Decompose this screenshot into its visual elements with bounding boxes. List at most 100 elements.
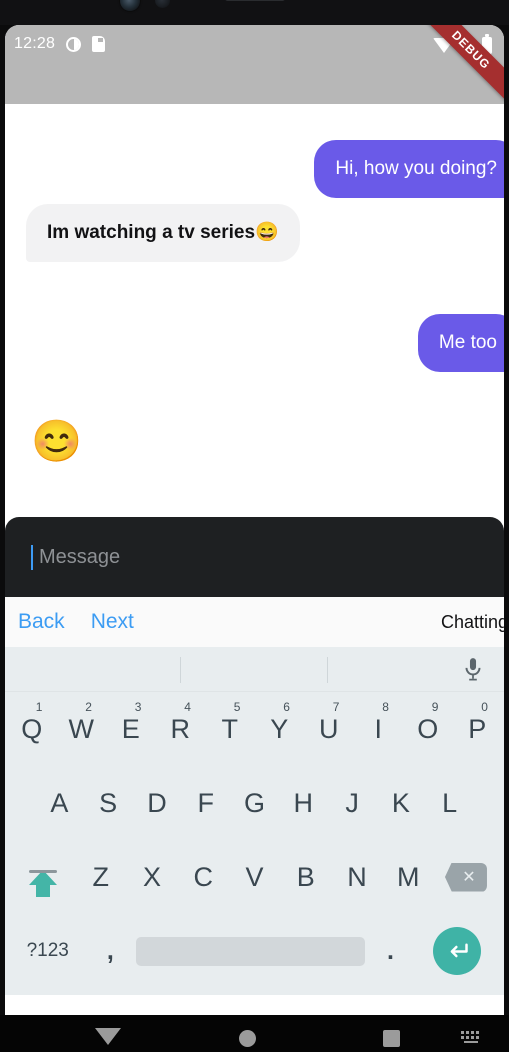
suggestion-divider [327, 657, 328, 683]
key-r-label: R [170, 713, 191, 744]
suggestion-divider [180, 657, 181, 683]
accessory-bar-title: Chatting [440, 611, 504, 632]
key-i[interactable]: I 8 [354, 692, 404, 766]
key-o-label: O [417, 713, 439, 744]
comma-key[interactable]: , [84, 914, 136, 988]
key-h[interactable]: H [279, 766, 328, 840]
recents-icon[interactable] [383, 1030, 400, 1047]
backspace-key[interactable]: ✕ [434, 862, 498, 892]
microphone-icon[interactable] [460, 655, 486, 683]
key-l[interactable]: L [425, 766, 474, 840]
key-q-alt: 1 [35, 700, 43, 714]
key-u-alt: 7 [332, 700, 340, 714]
key-p[interactable]: P 0 [453, 692, 503, 766]
keyboard-accessory-bar: Back Next Chatting [5, 597, 504, 647]
front-camera-icon [120, 0, 140, 11]
message-bubble-outgoing[interactable]: Me too [417, 314, 504, 372]
key-p-label: P [468, 713, 487, 744]
space-bar-surface [136, 936, 365, 966]
key-y-label: Y [270, 713, 289, 744]
device-right-bezel [504, 25, 509, 1015]
key-y-alt: 6 [283, 700, 290, 714]
message-row-incoming-1: Im watching a tv series😄 [26, 204, 504, 262]
key-w-label: W [68, 713, 94, 744]
key-g[interactable]: G [230, 766, 279, 840]
key-o-alt: 9 [431, 700, 439, 714]
key-w[interactable]: W 2 [57, 692, 107, 766]
key-u[interactable]: U 7 [304, 692, 354, 766]
enter-icon [433, 927, 482, 975]
key-z[interactable]: Z [75, 840, 126, 914]
sensor-icon [155, 0, 170, 8]
key-j[interactable]: J [328, 766, 377, 840]
key-p-alt: 0 [481, 700, 488, 714]
sd-card-icon [92, 36, 106, 52]
backspace-icon: ✕ [444, 862, 487, 892]
message-bubble-incoming[interactable]: Im watching a tv series😄 [26, 204, 300, 262]
key-n[interactable]: N [331, 840, 382, 914]
system-navigation-bar [0, 1015, 509, 1052]
key-i-alt: 8 [382, 700, 389, 714]
phone-device: 12:28 DEBUG Hi, how you doing? Im watchi… [0, 0, 509, 1052]
key-s[interactable]: S [84, 766, 133, 840]
status-bar-left: 12:28 [14, 35, 106, 53]
key-b[interactable]: B [280, 840, 331, 914]
key-d[interactable]: D [133, 766, 182, 840]
key-w-alt: 2 [85, 700, 92, 714]
enter-key[interactable] [416, 927, 498, 975]
key-e-alt: 3 [134, 700, 142, 714]
keyboard-row-2: A S D F G H J K L [5, 766, 504, 840]
keyboard-row-4: ?123 , . [5, 914, 504, 988]
dnd-icon [66, 36, 82, 52]
status-bar: 12:28 DEBUG [5, 25, 504, 104]
keyboard-row-3: Z X C V B N M ✕ [5, 840, 504, 914]
symbols-key[interactable]: ?123 [11, 940, 84, 962]
key-u-label: U [319, 713, 339, 744]
phone-screen: 12:28 DEBUG Hi, how you doing? Im watchi… [5, 25, 504, 1015]
key-i-label: I [374, 713, 382, 744]
key-k[interactable]: K [376, 766, 425, 840]
caps-lock-indicator [29, 869, 58, 873]
message-row-incoming-2: 😊 [31, 421, 504, 462]
key-o[interactable]: O 9 [403, 692, 453, 766]
on-screen-keyboard: Q 1 W 2 E 3 R 4 T 5 Y 6 U 7 I 8 O 9 P 0 … [5, 647, 504, 995]
message-input-placeholder: Message [39, 545, 121, 568]
back-button[interactable]: Back [18, 610, 65, 634]
key-x[interactable]: X [126, 840, 177, 914]
key-a[interactable]: A [35, 766, 84, 840]
earpiece-speaker [225, 0, 285, 1]
key-r-alt: 4 [184, 700, 191, 714]
key-m[interactable]: M [383, 840, 434, 914]
period-key[interactable]: . [365, 914, 417, 988]
home-icon[interactable] [239, 1030, 256, 1047]
key-e[interactable]: E 3 [106, 692, 156, 766]
status-bar-clock: 12:28 [14, 35, 56, 52]
text-caret [31, 544, 33, 570]
device-top-bezel [0, 0, 509, 25]
key-t[interactable]: T 5 [205, 692, 255, 766]
conversation-thread: Hi, how you doing? Im watching a tv seri… [5, 104, 504, 517]
next-button[interactable]: Next [91, 610, 134, 634]
space-key[interactable] [136, 936, 365, 966]
message-bubble-outgoing[interactable]: Hi, how you doing? [314, 140, 504, 198]
key-v[interactable]: V [229, 840, 280, 914]
keyboard-row-1: Q 1 W 2 E 3 R 4 T 5 Y 6 U 7 I 8 O 9 P 0 [5, 692, 504, 766]
hide-keyboard-icon[interactable] [95, 1028, 121, 1045]
key-q[interactable]: Q 1 [7, 692, 57, 766]
key-q-label: Q [21, 713, 43, 744]
key-e-label: E [121, 713, 140, 744]
shift-key[interactable] [11, 869, 75, 897]
key-f[interactable]: F [181, 766, 230, 840]
key-c[interactable]: C [178, 840, 229, 914]
key-t-label: T [221, 713, 239, 744]
keyboard-switcher-icon[interactable] [461, 1031, 483, 1044]
message-emoji-incoming[interactable]: 😊 [31, 421, 82, 462]
key-y[interactable]: Y 6 [255, 692, 305, 766]
key-r[interactable]: R 4 [156, 692, 206, 766]
message-row-outgoing-2: Me too [5, 314, 504, 372]
key-t-alt: 5 [233, 700, 241, 714]
message-row-outgoing-1: Hi, how you doing? [5, 140, 504, 198]
message-input-panel[interactable]: Message [5, 517, 504, 597]
device-left-bezel [0, 25, 5, 1015]
suggestion-strip[interactable] [5, 647, 504, 692]
